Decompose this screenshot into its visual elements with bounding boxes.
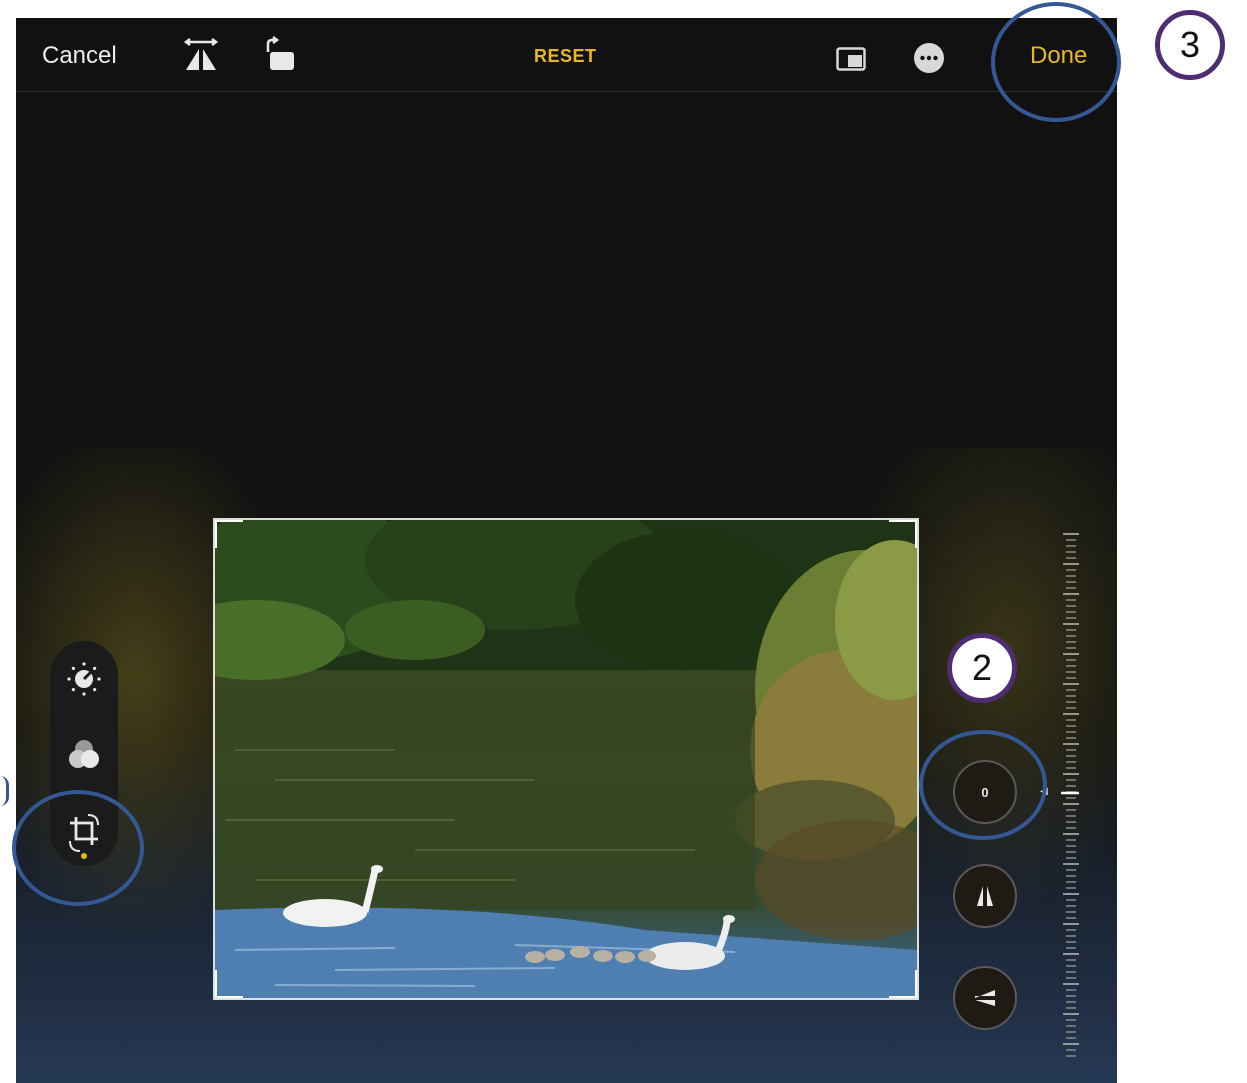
annotation-ring-crop-tool [12,790,144,906]
top-toolbar: Cancel RESET Done [16,18,1117,91]
annotation-step-3: 3 [1155,10,1225,80]
vertical-perspective-icon [977,886,993,906]
photo-editor-screen: Cancel RESET Done 0 ◀ [16,18,1117,1083]
reset-button[interactable]: RESET [534,46,597,67]
annotation-ring-done [991,2,1121,122]
swan-lake-photo [215,520,917,998]
horizontal-perspective-button[interactable] [953,966,1017,1030]
straighten-ruler[interactable] [1061,528,1081,1058]
adjust-icon[interactable] [64,659,104,699]
crop-corner-bottom-left[interactable] [215,970,243,998]
crop-corner-bottom-right[interactable] [889,970,917,998]
flip-horizontal-icon[interactable] [182,38,220,77]
vertical-perspective-button[interactable] [953,864,1017,928]
crop-corner-top-left[interactable] [215,520,243,548]
toolbar-divider [16,91,1117,92]
rotate-icon[interactable] [260,36,300,79]
crop-corner-top-right[interactable] [889,520,917,548]
annotation-step-2: 2 [947,633,1017,703]
horizontal-perspective-icon [975,990,995,1006]
photo-crop-area[interactable] [213,518,919,1000]
annotation-edge-mark [0,776,9,806]
cancel-button[interactable]: Cancel [42,42,117,70]
filters-icon[interactable] [64,735,104,775]
annotation-ring-straighten [919,730,1047,840]
more-options-icon[interactable] [913,42,945,79]
aspect-ratio-icon[interactable] [836,47,866,76]
